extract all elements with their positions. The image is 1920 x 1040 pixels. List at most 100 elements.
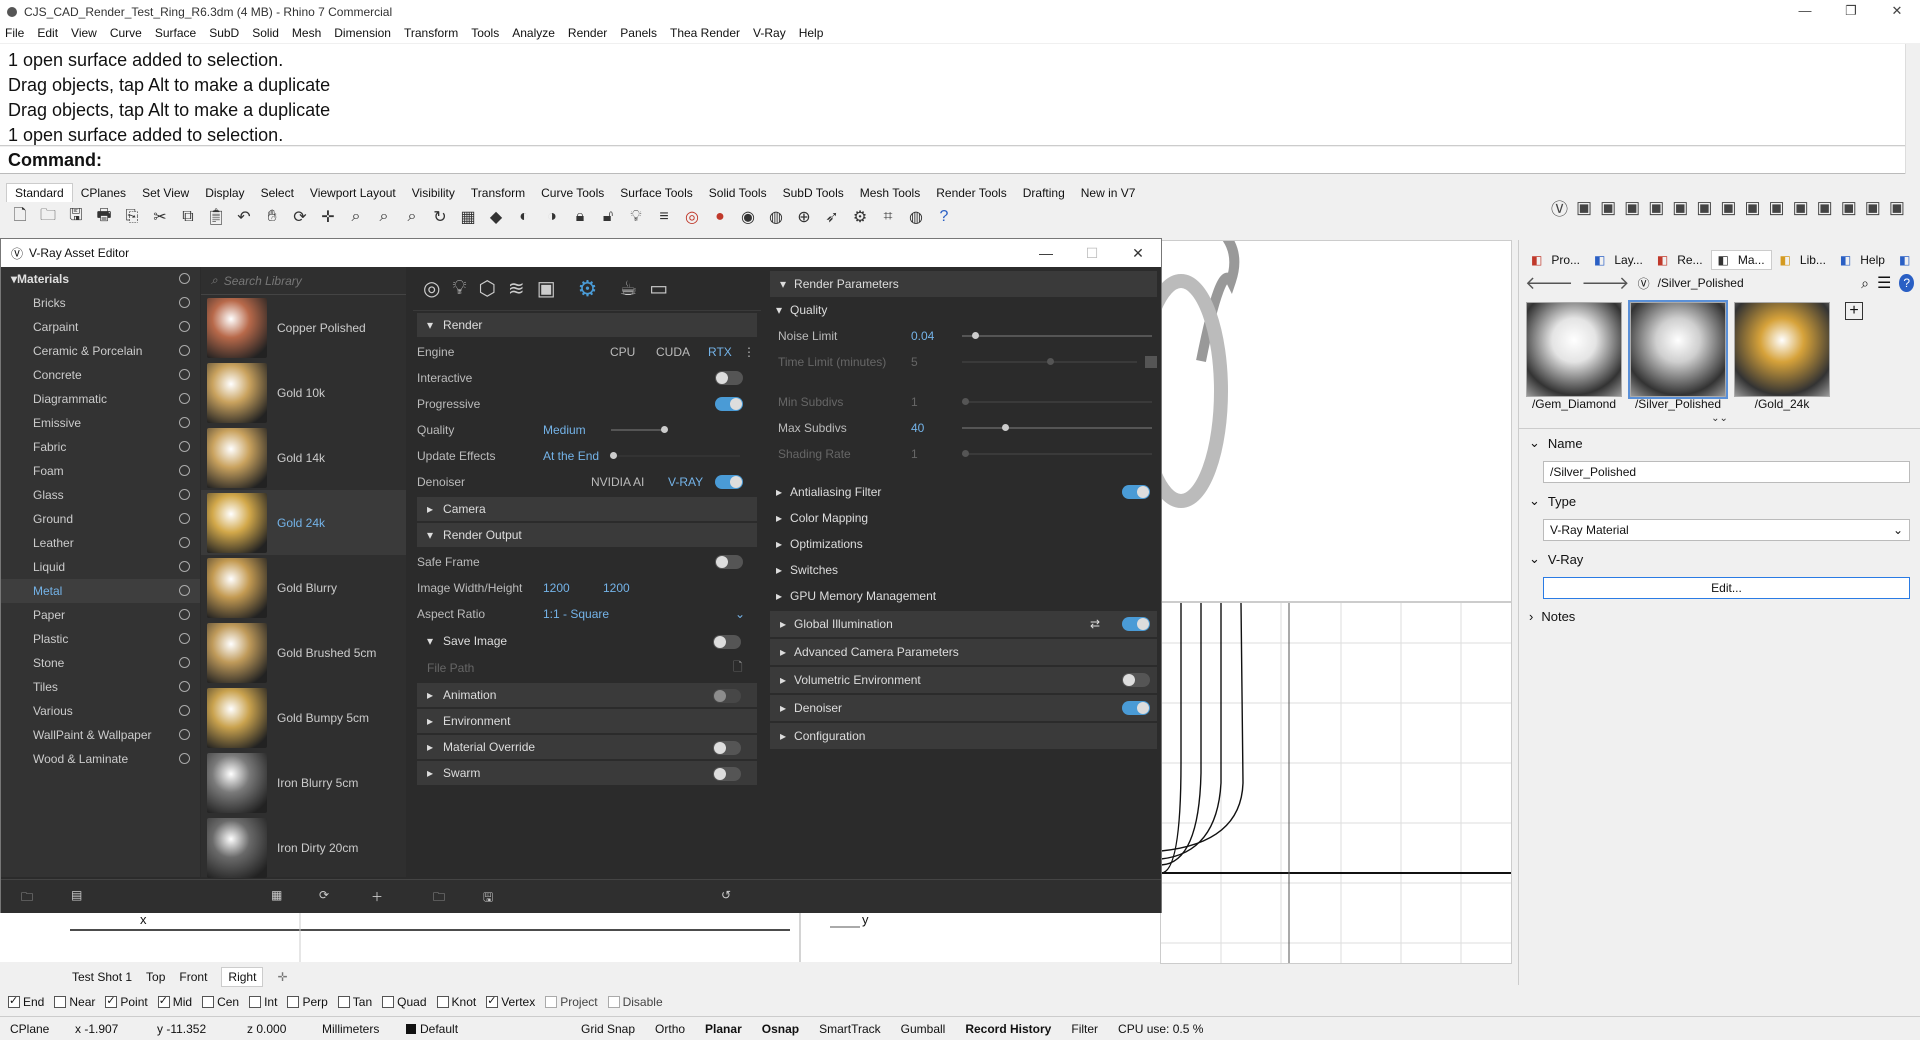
toolbar-tab-standard[interactable]: Standard bbox=[6, 183, 73, 202]
menu-item-tools[interactable]: Tools bbox=[471, 26, 499, 40]
geometry-icon[interactable]: ⬡ bbox=[478, 276, 495, 301]
material-override-header[interactable]: ▸ Material Override bbox=[417, 735, 757, 759]
material-item[interactable]: Copper Polished bbox=[201, 295, 406, 360]
category-glass[interactable]: Glass bbox=[1, 483, 200, 507]
reset-icon[interactable]: ↺ bbox=[721, 888, 739, 906]
add-icon[interactable]: ＋ bbox=[371, 888, 389, 906]
ortho-toggle[interactable]: Ortho bbox=[645, 1022, 695, 1036]
toolbar-tab-drafting[interactable]: Drafting bbox=[1015, 184, 1073, 202]
file-icon[interactable]: 🗋 bbox=[733, 658, 743, 679]
menu-item-analyze[interactable]: Analyze bbox=[512, 26, 555, 40]
category-filter-icon[interactable] bbox=[179, 297, 190, 308]
section-toggle[interactable] bbox=[1122, 485, 1150, 499]
category-diagrammatic[interactable]: Diagrammatic bbox=[1, 387, 200, 411]
checkbox[interactable] bbox=[607, 996, 620, 1008]
category-concrete[interactable]: Concrete bbox=[1, 363, 200, 387]
panel-tab-properties[interactable]: ◧ Pro... bbox=[1525, 250, 1586, 270]
osnap-cen[interactable]: Cen bbox=[202, 995, 239, 1009]
category-filter-icon[interactable] bbox=[179, 729, 190, 740]
render-output-header[interactable]: ▾ Render Output bbox=[417, 523, 757, 547]
toolbar-tab-new-in-v7[interactable]: New in V7 bbox=[1073, 184, 1144, 202]
light-ies-icon[interactable]: ▣ bbox=[1769, 198, 1785, 218]
grid-snap-toggle[interactable]: Grid Snap bbox=[571, 1022, 645, 1036]
search-icon[interactable]: ⌕ bbox=[1861, 275, 1869, 292]
category-filter-icon[interactable] bbox=[179, 393, 190, 404]
min-subdivs-slider[interactable] bbox=[962, 398, 1152, 405]
time-limit-field[interactable]: 5 bbox=[911, 355, 918, 369]
update-effects-slider[interactable] bbox=[610, 452, 740, 459]
quality-value[interactable]: Medium bbox=[543, 423, 586, 437]
panel-tab-layers[interactable]: ◧ Lay... bbox=[1588, 250, 1649, 270]
osnap-perp[interactable]: Perp bbox=[287, 995, 328, 1009]
category-wood-laminate[interactable]: Wood & Laminate bbox=[1, 747, 200, 771]
shading-rate-field[interactable]: 1 bbox=[911, 447, 918, 461]
toolbar-tab-solid-tools[interactable]: Solid Tools bbox=[701, 184, 775, 202]
light-rect-icon[interactable]: ▣ bbox=[1696, 198, 1712, 218]
viewport-tab-test-shot-1[interactable]: Test Shot 1 bbox=[72, 970, 132, 984]
proxy-icon[interactable]: ▣ bbox=[1817, 198, 1833, 218]
shading-rate-slider[interactable] bbox=[962, 450, 1152, 457]
copy-icon[interactable]: ⧉ bbox=[176, 205, 200, 229]
category-filter-icon[interactable] bbox=[179, 345, 190, 356]
clipper-icon[interactable]: ▣ bbox=[1865, 198, 1881, 218]
toolbar-tab-cplanes[interactable]: CPlanes bbox=[73, 184, 134, 202]
minimize-icon[interactable]: — bbox=[1023, 239, 1069, 267]
checkbox[interactable] bbox=[8, 994, 20, 1008]
section-antialiasing-filter[interactable]: ▸ Antialiasing Filter bbox=[766, 479, 1161, 505]
save-icon[interactable]: 🖫 bbox=[64, 205, 88, 229]
notes-section[interactable]: › Notes bbox=[1519, 603, 1920, 630]
category-filter-icon[interactable] bbox=[179, 609, 190, 620]
category-metal[interactable]: Metal bbox=[1, 579, 200, 603]
render-section-header[interactable]: ▾ Render bbox=[417, 313, 757, 337]
category-emissive[interactable]: Emissive bbox=[1, 411, 200, 435]
vray-logo-icon[interactable]: Ⓥ bbox=[1551, 195, 1568, 220]
lights-icon[interactable]: 💡︎ bbox=[452, 277, 466, 300]
viewport-tab-right[interactable]: Right bbox=[221, 967, 264, 987]
osnap-toggle[interactable]: Osnap bbox=[752, 1022, 809, 1036]
maximize-icon[interactable]: ☐ bbox=[1069, 239, 1115, 267]
record-history-toggle[interactable]: Record History bbox=[955, 1022, 1061, 1036]
engine-cuda[interactable]: CUDA bbox=[656, 345, 690, 359]
denoiser-nvidia[interactable]: NVIDIA AI bbox=[591, 475, 644, 489]
bulb-icon[interactable]: 💡︎ bbox=[624, 205, 648, 229]
toolbar-tab-visibility[interactable]: Visibility bbox=[404, 184, 463, 202]
vray-section[interactable]: ⌄ V-Ray bbox=[1519, 545, 1920, 573]
render-lock-icon[interactable]: ▣ bbox=[1624, 198, 1640, 218]
render-teapot-icon[interactable]: ☕︎ bbox=[619, 276, 637, 301]
restore-icon[interactable]: ❐ bbox=[1828, 0, 1874, 23]
section-optimizations[interactable]: ▸ Optimizations bbox=[766, 531, 1161, 557]
planar-toggle[interactable]: Planar bbox=[695, 1022, 752, 1036]
category-filter-icon[interactable] bbox=[179, 489, 190, 500]
swarm-toggle[interactable] bbox=[713, 767, 741, 781]
minimize-icon[interactable]: — bbox=[1782, 0, 1828, 23]
light-spot-icon[interactable]: ▣ bbox=[1744, 198, 1760, 218]
section-volumetric-environment[interactable]: ▸ Volumetric Environment bbox=[770, 667, 1157, 693]
save-icon[interactable]: 🖫 bbox=[483, 888, 501, 906]
menu-item-file[interactable]: File bbox=[5, 26, 24, 40]
section-denoiser[interactable]: ▸ Denoiser bbox=[770, 695, 1157, 721]
settings-gear-icon[interactable]: ⚙ bbox=[578, 276, 598, 302]
toolbar-tab-render-tools[interactable]: Render Tools bbox=[928, 184, 1015, 202]
category-ceramic-porcelain[interactable]: Ceramic & Porcelain bbox=[1, 339, 200, 363]
filter-icon[interactable] bbox=[179, 273, 190, 284]
material-item[interactable]: Gold 10k bbox=[201, 360, 406, 425]
category-filter-icon[interactable] bbox=[179, 681, 190, 692]
panel-tab-notes[interactable]: ◧ No... bbox=[1893, 250, 1920, 270]
save-image-toggle[interactable] bbox=[713, 635, 741, 649]
filter-button[interactable]: Filter bbox=[1061, 1022, 1108, 1036]
category-bricks[interactable]: Bricks bbox=[1, 291, 200, 315]
textures-icon[interactable]: ▣ bbox=[537, 276, 556, 301]
material-override-toggle[interactable] bbox=[713, 741, 741, 755]
image-height-field[interactable]: 1200 bbox=[603, 581, 630, 595]
library-search[interactable]: ⌕ Search Library bbox=[201, 267, 406, 295]
zoom-dynamic-icon[interactable]: ✛ bbox=[316, 205, 340, 229]
fur-icon[interactable]: ▣ bbox=[1841, 198, 1857, 218]
osnap-near[interactable]: Near bbox=[54, 995, 95, 1009]
scatter-icon[interactable]: ▣ bbox=[1889, 198, 1905, 218]
dimension-icon[interactable]: ⌗ bbox=[876, 205, 900, 229]
panel-tab-help[interactable]: ◧ Help bbox=[1834, 250, 1891, 270]
osnap-tan[interactable]: Tan bbox=[337, 995, 372, 1009]
viewport-right[interactable] bbox=[1160, 602, 1512, 964]
section-gpu-memory-management[interactable]: ▸ GPU Memory Management bbox=[766, 583, 1161, 609]
min-subdivs-field[interactable]: 1 bbox=[911, 395, 918, 409]
